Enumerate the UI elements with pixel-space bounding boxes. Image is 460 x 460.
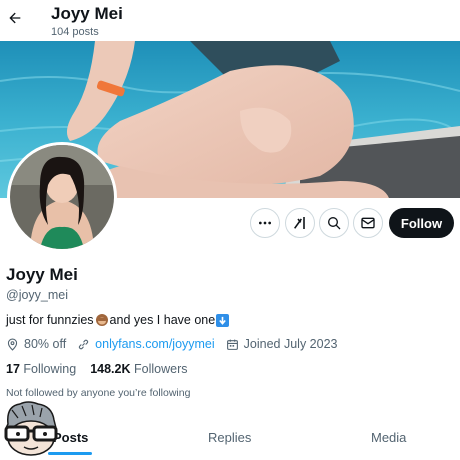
tab-replies[interactable]: Replies: [208, 430, 251, 445]
search-button[interactable]: [319, 208, 349, 238]
back-arrow-icon: [9, 12, 21, 24]
down-arrow-icon: [216, 313, 230, 327]
followers-link[interactable]: 148.2K Followers: [90, 362, 187, 376]
bio-text-2: and yes I have one: [109, 313, 216, 327]
website-link[interactable]: onlyfans.com/joyymei: [95, 337, 215, 351]
following-count: 17: [6, 362, 20, 376]
calendar-icon: [226, 339, 238, 350]
link-icon: [78, 339, 89, 349]
followers-label: Followers: [134, 362, 188, 376]
profile-meta: 80% off onlyfans.com/joyymei Joined July…: [6, 337, 349, 351]
joined-text: Joined July 2023: [243, 337, 338, 351]
grok-button[interactable]: [285, 208, 315, 238]
display-name: Joyy Mei: [6, 265, 78, 284]
grok-icon: [294, 217, 305, 229]
bio-text-1: just for funnzies: [6, 313, 94, 327]
following-label: Following: [23, 362, 77, 376]
post-count: 104 posts: [51, 26, 99, 38]
back-button[interactable]: [3, 6, 27, 30]
top-bar: Joyy Mei 104 posts: [0, 0, 460, 41]
avatar[interactable]: [7, 142, 117, 252]
avatar-image: [10, 145, 114, 249]
follow-button[interactable]: Follow: [389, 208, 454, 238]
bio: just for funnzies and yes I have one: [6, 313, 230, 327]
followers-count: 148.2K: [90, 362, 131, 376]
follow-stats: 17 Following 148.2K Followers: [6, 362, 202, 376]
message-button[interactable]: [353, 208, 383, 238]
more-icon: [259, 221, 271, 225]
location-item: 80% off: [6, 337, 66, 351]
header-title: Joyy Mei: [51, 4, 123, 23]
message-icon: [361, 217, 375, 229]
location-icon: [7, 338, 18, 351]
tab-media[interactable]: Media: [371, 430, 406, 445]
more-button[interactable]: [250, 208, 280, 238]
following-link[interactable]: 17 Following: [6, 362, 76, 376]
cartoon-face-sticker: [4, 401, 58, 456]
search-icon: [328, 217, 341, 230]
followed-by-text: Not followed by anyone you’re following: [6, 387, 191, 399]
website-item: onlyfans.com/joyymei: [77, 337, 215, 351]
joined-item: Joined July 2023: [226, 337, 338, 351]
location-text: 80% off: [24, 337, 67, 351]
handle: @joyy_mei: [6, 288, 69, 302]
see-no-evil-monkey-icon: [95, 314, 108, 326]
